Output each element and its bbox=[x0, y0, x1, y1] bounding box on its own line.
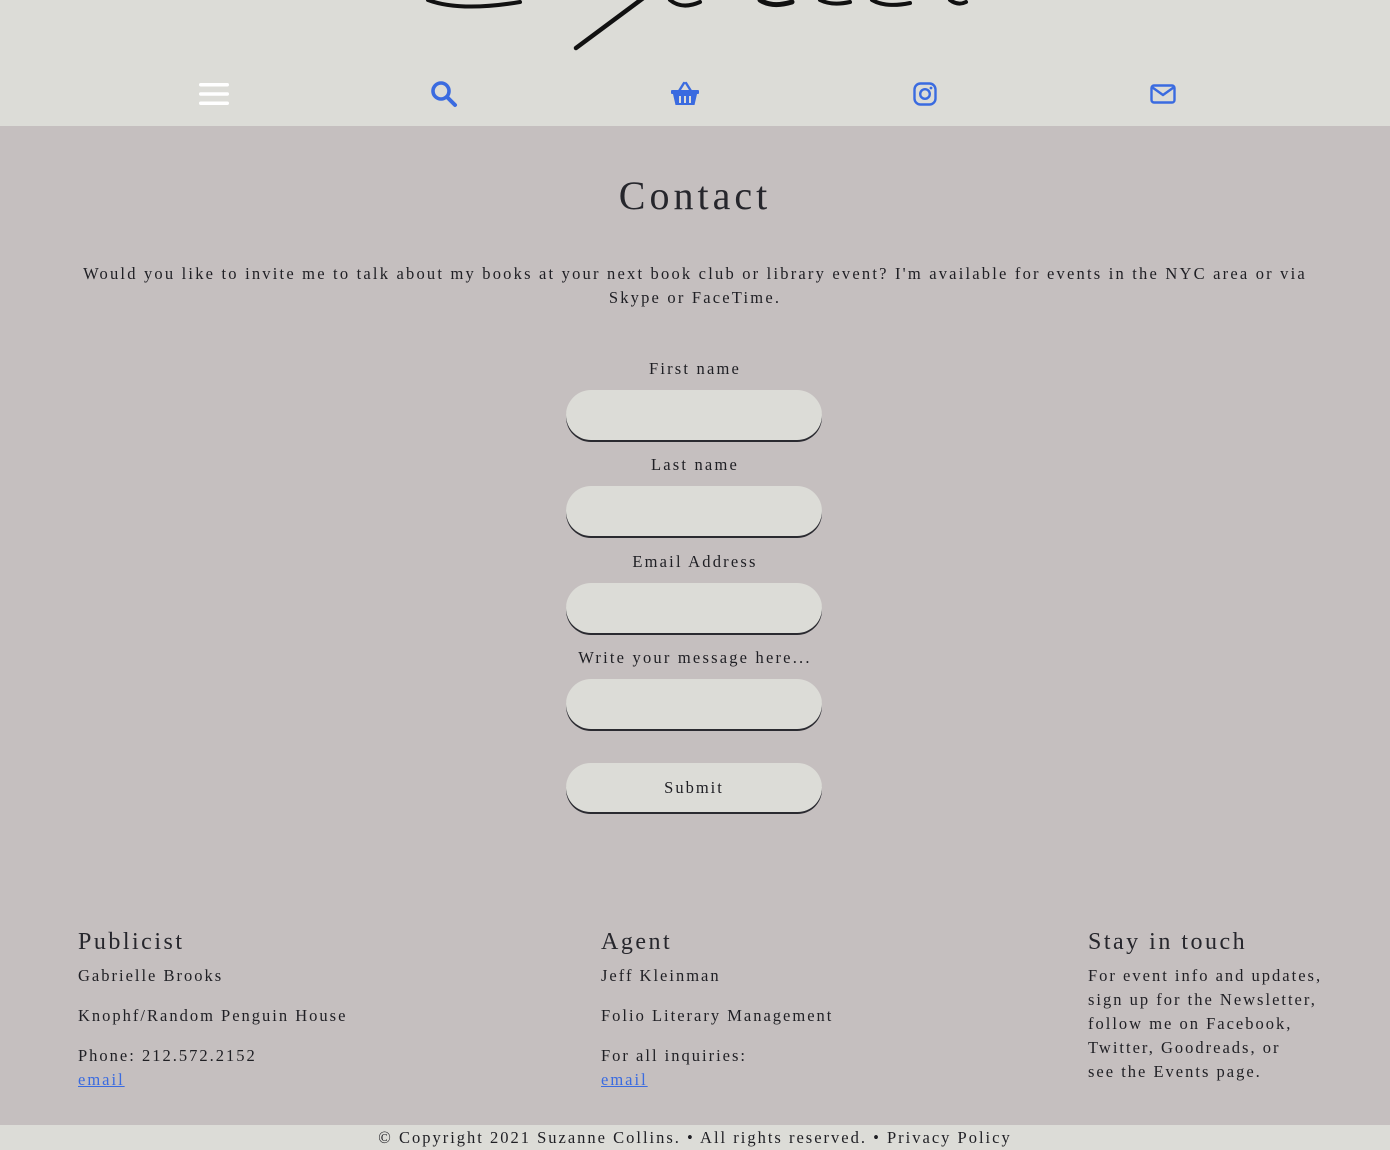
message-label: Write your message here... bbox=[578, 648, 812, 667]
first-name-field[interactable] bbox=[566, 390, 822, 440]
instagram-icon[interactable] bbox=[905, 74, 945, 114]
signature-logo[interactable] bbox=[420, 0, 980, 56]
stay-line: sign up for the Newsletter, bbox=[1088, 990, 1317, 1009]
last-name-label: Last name bbox=[650, 455, 740, 474]
search-icon[interactable] bbox=[424, 74, 464, 114]
basket-icon[interactable] bbox=[665, 74, 705, 114]
stay-line: For event info and updates, bbox=[1088, 966, 1323, 985]
page-title: Contact bbox=[618, 173, 772, 218]
stay-in-touch-section: Stay in touch For event info and updates… bbox=[1088, 928, 1328, 1084]
publicist-heading: Publicist bbox=[78, 929, 185, 955]
stay-line: see the Events page. bbox=[1088, 1062, 1262, 1081]
last-name-field[interactable] bbox=[566, 486, 822, 536]
agent-heading: Agent bbox=[601, 929, 673, 955]
agent-company: Folio Literary Management bbox=[601, 1006, 834, 1025]
email-field[interactable] bbox=[566, 583, 822, 633]
copyright-bar: © Copyright 2021 Suzanne Collins. • All … bbox=[0, 1125, 1390, 1150]
publicist-name: Gabrielle Brooks bbox=[78, 966, 224, 985]
message-field[interactable] bbox=[566, 679, 822, 729]
publicist-email-link[interactable]: email bbox=[78, 1070, 125, 1089]
stay-line: follow me on Facebook, bbox=[1088, 1014, 1293, 1033]
agent-email-link[interactable]: email bbox=[601, 1070, 648, 1089]
menu-icon[interactable] bbox=[194, 74, 234, 114]
stay-line: Twitter, Goodreads, or bbox=[1088, 1038, 1281, 1057]
publicist-section: Publicist Gabrielle Brooks Knophf/Random… bbox=[78, 928, 478, 1092]
main-nav bbox=[0, 74, 1390, 114]
email-label: Email Address bbox=[632, 552, 758, 571]
publicist-company: Knophf/Random Penguin House bbox=[78, 1006, 348, 1025]
envelope-icon[interactable] bbox=[1143, 74, 1183, 114]
intro-text: Would you like to invite me to talk abou… bbox=[83, 264, 1307, 307]
first-name-label: First name bbox=[648, 359, 742, 378]
publicist-phone: Phone: 212.572.2152 bbox=[78, 1046, 257, 1065]
stay-heading: Stay in touch bbox=[1088, 929, 1248, 955]
agent-name: Jeff Kleinman bbox=[601, 966, 721, 985]
site-header bbox=[0, 0, 1390, 126]
submit-button[interactable]: Submit bbox=[566, 763, 822, 812]
agent-inquiries: For all inquiries: bbox=[601, 1046, 747, 1065]
agent-section: Agent Jeff Kleinman Folio Literary Manag… bbox=[601, 928, 1001, 1092]
